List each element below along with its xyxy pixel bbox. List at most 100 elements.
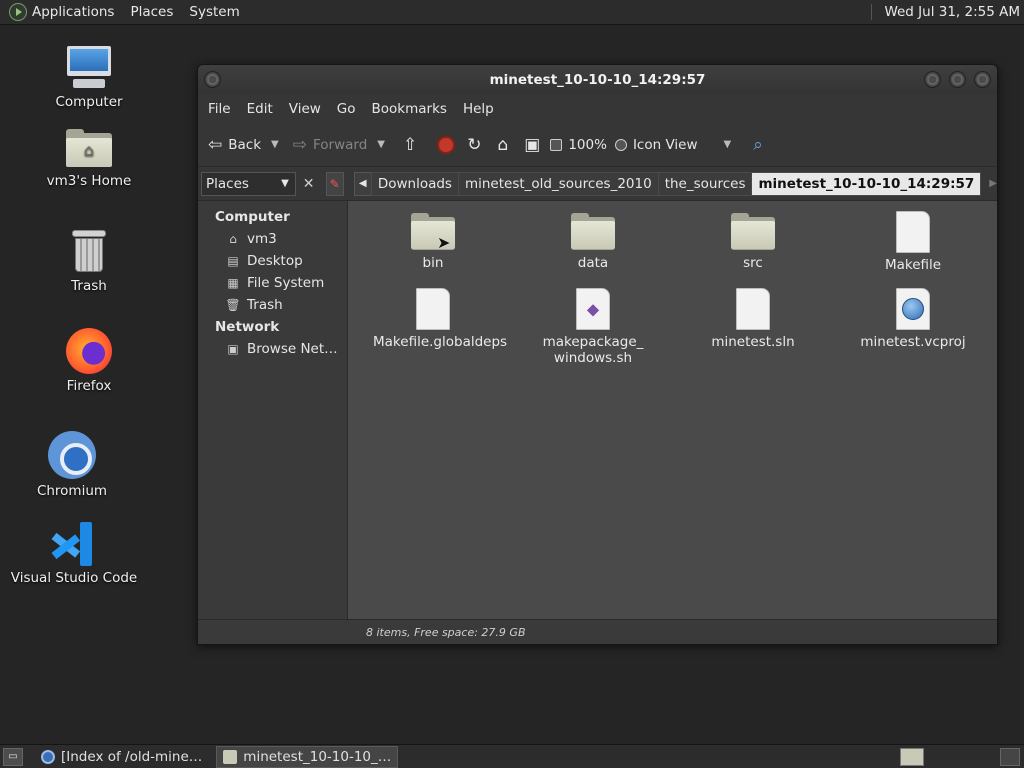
- task-browser[interactable]: [Index of /old-mine…: [35, 746, 208, 768]
- sidebar-item-browse-network[interactable]: ▣ Browse Net…: [198, 338, 347, 360]
- crumb-downloads[interactable]: Downloads: [370, 171, 459, 196]
- back-button[interactable]: ⇦ Back: [208, 135, 261, 155]
- edit-location-icon[interactable]: ✎: [325, 171, 344, 196]
- desktop-icon-label: Trash: [71, 278, 107, 294]
- file-item-minetest-sln[interactable]: minetest.sln: [693, 288, 813, 350]
- back-arrow-icon: ⇦: [208, 134, 223, 155]
- sidebar-item-desktop[interactable]: ▤ Desktop: [198, 250, 347, 272]
- search-icon[interactable]: ⌕: [753, 135, 763, 155]
- file-name: src: [743, 255, 763, 271]
- window-title: minetest_10-10-10_14:29:57: [489, 72, 706, 88]
- menu-view[interactable]: View: [281, 101, 329, 117]
- computer-icon[interactable]: ▣: [524, 135, 540, 155]
- zoom-control[interactable]: 100%: [550, 137, 607, 153]
- chevron-down-icon: ▼: [723, 139, 732, 150]
- trash-icon: 🗑: [225, 298, 241, 312]
- file-view[interactable]: ➤ bin data src Makefile Makefile.globald…: [348, 201, 997, 619]
- mouse-pointer-icon: ➤: [437, 233, 451, 252]
- toolbar: ⇦ Back ▼ ⇨ Forward ▼ ⇧ ↻ ⌂ ▣ 100% Icon V…: [198, 123, 997, 167]
- menu-applications[interactable]: Applications: [32, 4, 114, 20]
- window-body: Computer ⌂ vm3 ▤ Desktop ▦ File System 🗑…: [198, 201, 997, 619]
- menu-system[interactable]: System: [189, 4, 239, 20]
- sidebar-item-label: Browse Net…: [247, 341, 338, 357]
- chevron-down-icon: ▼: [281, 178, 289, 189]
- sidebar-item-label: vm3: [247, 231, 277, 247]
- desktop-icon-label: Visual Studio Code: [10, 570, 138, 586]
- up-icon[interactable]: ⇧: [403, 135, 417, 155]
- file-item-makefile[interactable]: Makefile: [853, 211, 973, 273]
- sidebar-places-select[interactable]: Places ▼: [201, 171, 296, 196]
- reload-icon[interactable]: ↻: [467, 135, 481, 155]
- stop-icon[interactable]: [437, 135, 456, 154]
- back-history-dropdown[interactable]: ▼: [271, 139, 279, 150]
- file-item-bin[interactable]: ➤ bin: [373, 213, 493, 271]
- desktop-icon-trash[interactable]: Trash: [19, 230, 159, 294]
- vscode-icon: [51, 522, 96, 566]
- file-name: minetest.sln: [711, 334, 795, 350]
- desktop-icon-chromium[interactable]: Chromium: [2, 431, 142, 499]
- sidebar-item-trash[interactable]: 🗑 Trash: [198, 294, 347, 316]
- file-name-line1: makepackage_: [542, 334, 644, 350]
- menu-edit[interactable]: Edit: [239, 101, 281, 117]
- file-item-makefile-globaldeps[interactable]: Makefile.globaldeps: [373, 288, 508, 350]
- forward-history-dropdown[interactable]: ▼: [377, 139, 385, 150]
- task-file-manager[interactable]: minetest_10-10-10_…: [216, 745, 399, 768]
- sidebar-item-vm3[interactable]: ⌂ vm3: [198, 228, 347, 250]
- text-document-icon: [896, 211, 930, 253]
- path-scroll-left-icon[interactable]: ◀: [353, 171, 372, 196]
- forward-arrow-icon: ⇨: [292, 134, 307, 155]
- file-item-src[interactable]: src: [693, 213, 813, 271]
- show-desktop-icon[interactable]: ▭: [3, 747, 23, 766]
- folder-icon: [731, 213, 775, 251]
- workspace-switcher-icon[interactable]: [900, 747, 924, 766]
- sidebar-heading-computer: Computer: [215, 209, 290, 225]
- file-name: data: [577, 255, 609, 271]
- distro-logo-icon[interactable]: [9, 3, 27, 21]
- desktop-icon-computer[interactable]: Computer: [19, 46, 159, 110]
- maximize-icon[interactable]: [949, 71, 966, 88]
- clock[interactable]: Wed Jul 31, 2:55 AM: [884, 4, 1020, 20]
- home-icon[interactable]: ⌂: [497, 135, 508, 155]
- back-label: Back: [228, 136, 262, 153]
- text-document-icon: [736, 288, 770, 330]
- close-icon[interactable]: [974, 71, 991, 88]
- zoom-level: 100%: [568, 136, 607, 153]
- network-icon: ▣: [227, 342, 239, 356]
- minimize-icon[interactable]: [924, 71, 941, 88]
- file-item-minetest-vcproj[interactable]: minetest.vcproj: [853, 288, 973, 350]
- drive-icon: ▦: [227, 276, 239, 290]
- zoom-in-icon[interactable]: [614, 138, 627, 151]
- menu-go[interactable]: Go: [329, 101, 364, 117]
- bottom-taskbar: ▭ [Index of /old-mine… minetest_10-10-10…: [0, 744, 1024, 768]
- file-item-data[interactable]: data: [533, 213, 653, 271]
- web-document-icon: [896, 288, 930, 330]
- sidebar-item-label: File System: [247, 275, 325, 291]
- menu-file[interactable]: File: [200, 101, 239, 117]
- view-mode-select[interactable]: Icon View ▼: [614, 137, 732, 153]
- window-titlebar[interactable]: minetest_10-10-10_14:29:57: [198, 65, 997, 95]
- desktop-icon-label: Firefox: [66, 378, 112, 394]
- close-sidebar-icon[interactable]: ✕: [300, 176, 318, 192]
- desktop-icon-firefox[interactable]: Firefox: [19, 328, 159, 394]
- zoom-out-icon[interactable]: [550, 138, 563, 151]
- menu-places[interactable]: Places: [130, 4, 173, 20]
- menu-bookmarks[interactable]: Bookmarks: [364, 101, 455, 117]
- path-scroll-right-icon[interactable]: ▶: [989, 178, 997, 189]
- places-sidebar: Computer ⌂ vm3 ▤ Desktop ▦ File System 🗑…: [198, 201, 348, 619]
- desktop-icon-vscode[interactable]: Visual Studio Code: [4, 522, 144, 586]
- trash-applet-icon[interactable]: [1000, 747, 1020, 766]
- forward-button[interactable]: ⇨ Forward: [293, 135, 368, 155]
- script-badge-icon: ◆: [586, 299, 600, 319]
- crumb-current-folder[interactable]: minetest_10-10-10_14:29:57: [751, 171, 982, 196]
- trash-icon: [70, 230, 108, 274]
- file-name-line2: windows.sh: [553, 350, 633, 366]
- crumb-minetest-old-sources[interactable]: minetest_old_sources_2010: [457, 171, 659, 196]
- file-name: Makefile.globaldeps: [373, 334, 508, 350]
- file-item-makepackage-windows[interactable]: ◆ makepackage_ windows.sh: [533, 288, 653, 366]
- sidebar-item-file-system[interactable]: ▦ File System: [198, 272, 347, 294]
- status-text: 8 items, Free space: 27.9 GB: [366, 626, 526, 639]
- location-bar: Places ▼ ✕ ✎ ◀ Downloads minetest_old_so…: [198, 167, 997, 201]
- desktop-icon-home[interactable]: ⌂ vm3's Home: [19, 129, 159, 189]
- crumb-the-sources[interactable]: the_sources: [657, 171, 753, 196]
- menu-help[interactable]: Help: [455, 101, 502, 117]
